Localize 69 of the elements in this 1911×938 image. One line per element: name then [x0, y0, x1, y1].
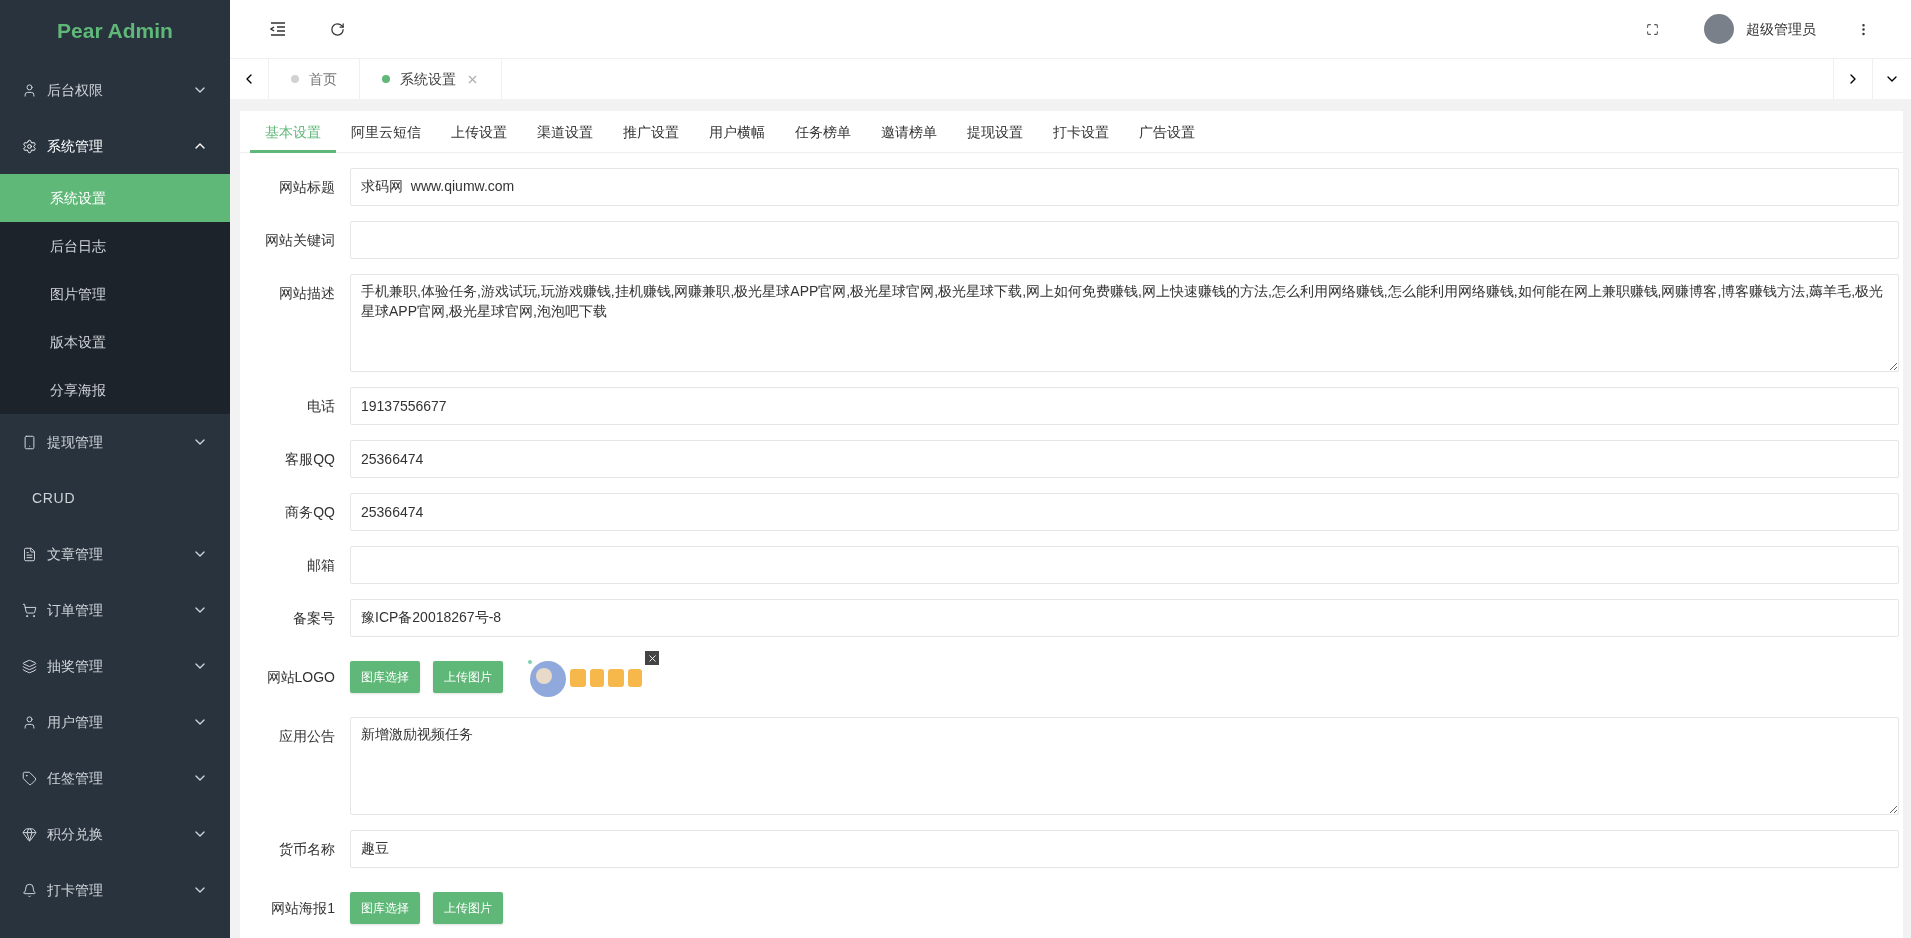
gear-icon [22, 138, 37, 154]
menu-item[interactable]: 后台权限 [0, 62, 230, 118]
document-icon [22, 546, 37, 562]
field-label: 网站标题 [279, 177, 335, 197]
menu-item[interactable]: 系统管理 [0, 118, 230, 174]
menu-item[interactable]: 提现管理 [0, 414, 230, 470]
text-field[interactable]: 25366474 [350, 493, 1899, 531]
menu-item[interactable]: 打卡管理 [0, 862, 230, 918]
field-label: 网站LOGO [266, 667, 335, 687]
bell-icon [22, 882, 37, 898]
menu-item[interactable]: 积分兑换 [0, 806, 230, 862]
field-label: 网站海报1 [271, 898, 335, 918]
submenu-item[interactable]: 版本设置 [0, 318, 230, 366]
text-field[interactable]: 豫ICP备20018267号-8 [350, 599, 1899, 637]
text-area[interactable]: 新增激励视频任务 [350, 717, 1899, 815]
user-name[interactable]: 超级管理员 [1746, 18, 1816, 40]
phone-icon [22, 434, 37, 450]
field-label: 货币名称 [279, 839, 335, 859]
page-tab[interactable]: 系统设置 [360, 59, 502, 99]
field-label: 网站关键词 [265, 230, 335, 250]
settings-tab[interactable]: 渠道设置 [522, 111, 608, 153]
refresh-icon[interactable] [330, 21, 345, 37]
settings-tab[interactable]: 阿里云短信 [336, 111, 436, 153]
menu-item[interactable]: 用户管理 [0, 694, 230, 750]
tab-label: 系统设置 [400, 69, 456, 89]
settings-tab[interactable]: 提现设置 [952, 111, 1038, 153]
page-tab[interactable]: 首页 [269, 59, 360, 99]
field-label: 电话 [307, 396, 335, 416]
field-label: 客服QQ [285, 449, 335, 469]
fullscreen-icon[interactable] [1646, 22, 1659, 36]
app-logo: Pear Admin [57, 18, 173, 45]
settings-tab[interactable]: 上传设置 [436, 111, 522, 153]
submenu-item[interactable]: 分享海报 [0, 366, 230, 414]
menu-item[interactable]: CRUD [0, 470, 230, 526]
tab-label: 首页 [309, 69, 337, 89]
menu-item[interactable]: 订单管理 [0, 582, 230, 638]
settings-tab[interactable]: 任务榜单 [780, 111, 866, 153]
submenu-item[interactable]: 图片管理 [0, 270, 230, 318]
cart-icon [22, 602, 37, 618]
field-label: 商务QQ [285, 502, 335, 522]
menu-item[interactable]: 文章管理 [0, 526, 230, 582]
text-field[interactable]: 趣豆 [350, 830, 1899, 868]
user-icon [22, 714, 37, 730]
text-field[interactable] [350, 546, 1899, 584]
gem-icon [22, 826, 37, 842]
user-avatar[interactable] [1704, 14, 1734, 44]
field-label: 应用公告 [279, 727, 335, 746]
collapse-menu-icon[interactable] [270, 22, 286, 36]
field-label: 邮箱 [307, 555, 335, 575]
settings-tab[interactable]: 邀请榜单 [866, 111, 952, 153]
text-area[interactable]: 手机兼职,体验任务,游戏试玩,玩游戏赚钱,挂机赚钱,网赚兼职,极光星球APP官网,极光星球官网,极光星球下载,网上如何免费赚钱,网上快速赚钱的方法,怎么利用网络赚钱,怎么能利用网络赚钱,如何能在网上兼职赚钱,网赚博客,博客赚钱方法,薅羊毛,极光星球APP官网,极光星球官网,泡泡吧下载 [350, 274, 1899, 372]
remove-image-button[interactable] [645, 651, 659, 665]
settings-tab[interactable]: 用户横幅 [694, 111, 780, 153]
text-field[interactable]: 25366474 [350, 440, 1899, 478]
field-label: 备案号 [293, 608, 335, 628]
user-icon [22, 82, 37, 98]
text-field[interactable]: 19137556677 [350, 387, 1899, 425]
settings-tab[interactable]: 打卡设置 [1038, 111, 1124, 153]
close-icon [646, 652, 658, 664]
menu-item[interactable]: 任签管理 [0, 750, 230, 806]
submenu-item[interactable]: 后台日志 [0, 222, 230, 270]
settings-tab[interactable]: 推广设置 [608, 111, 694, 153]
stack-icon [22, 658, 37, 674]
settings-tab[interactable]: 广告设置 [1124, 111, 1210, 153]
menu-item[interactable]: 抽奖管理 [0, 638, 230, 694]
text-field[interactable] [350, 221, 1899, 259]
field-label: 网站描述 [279, 284, 335, 303]
tag-icon [22, 770, 37, 786]
text-field[interactable]: 求码网 www.qiumw.com [350, 168, 1899, 206]
